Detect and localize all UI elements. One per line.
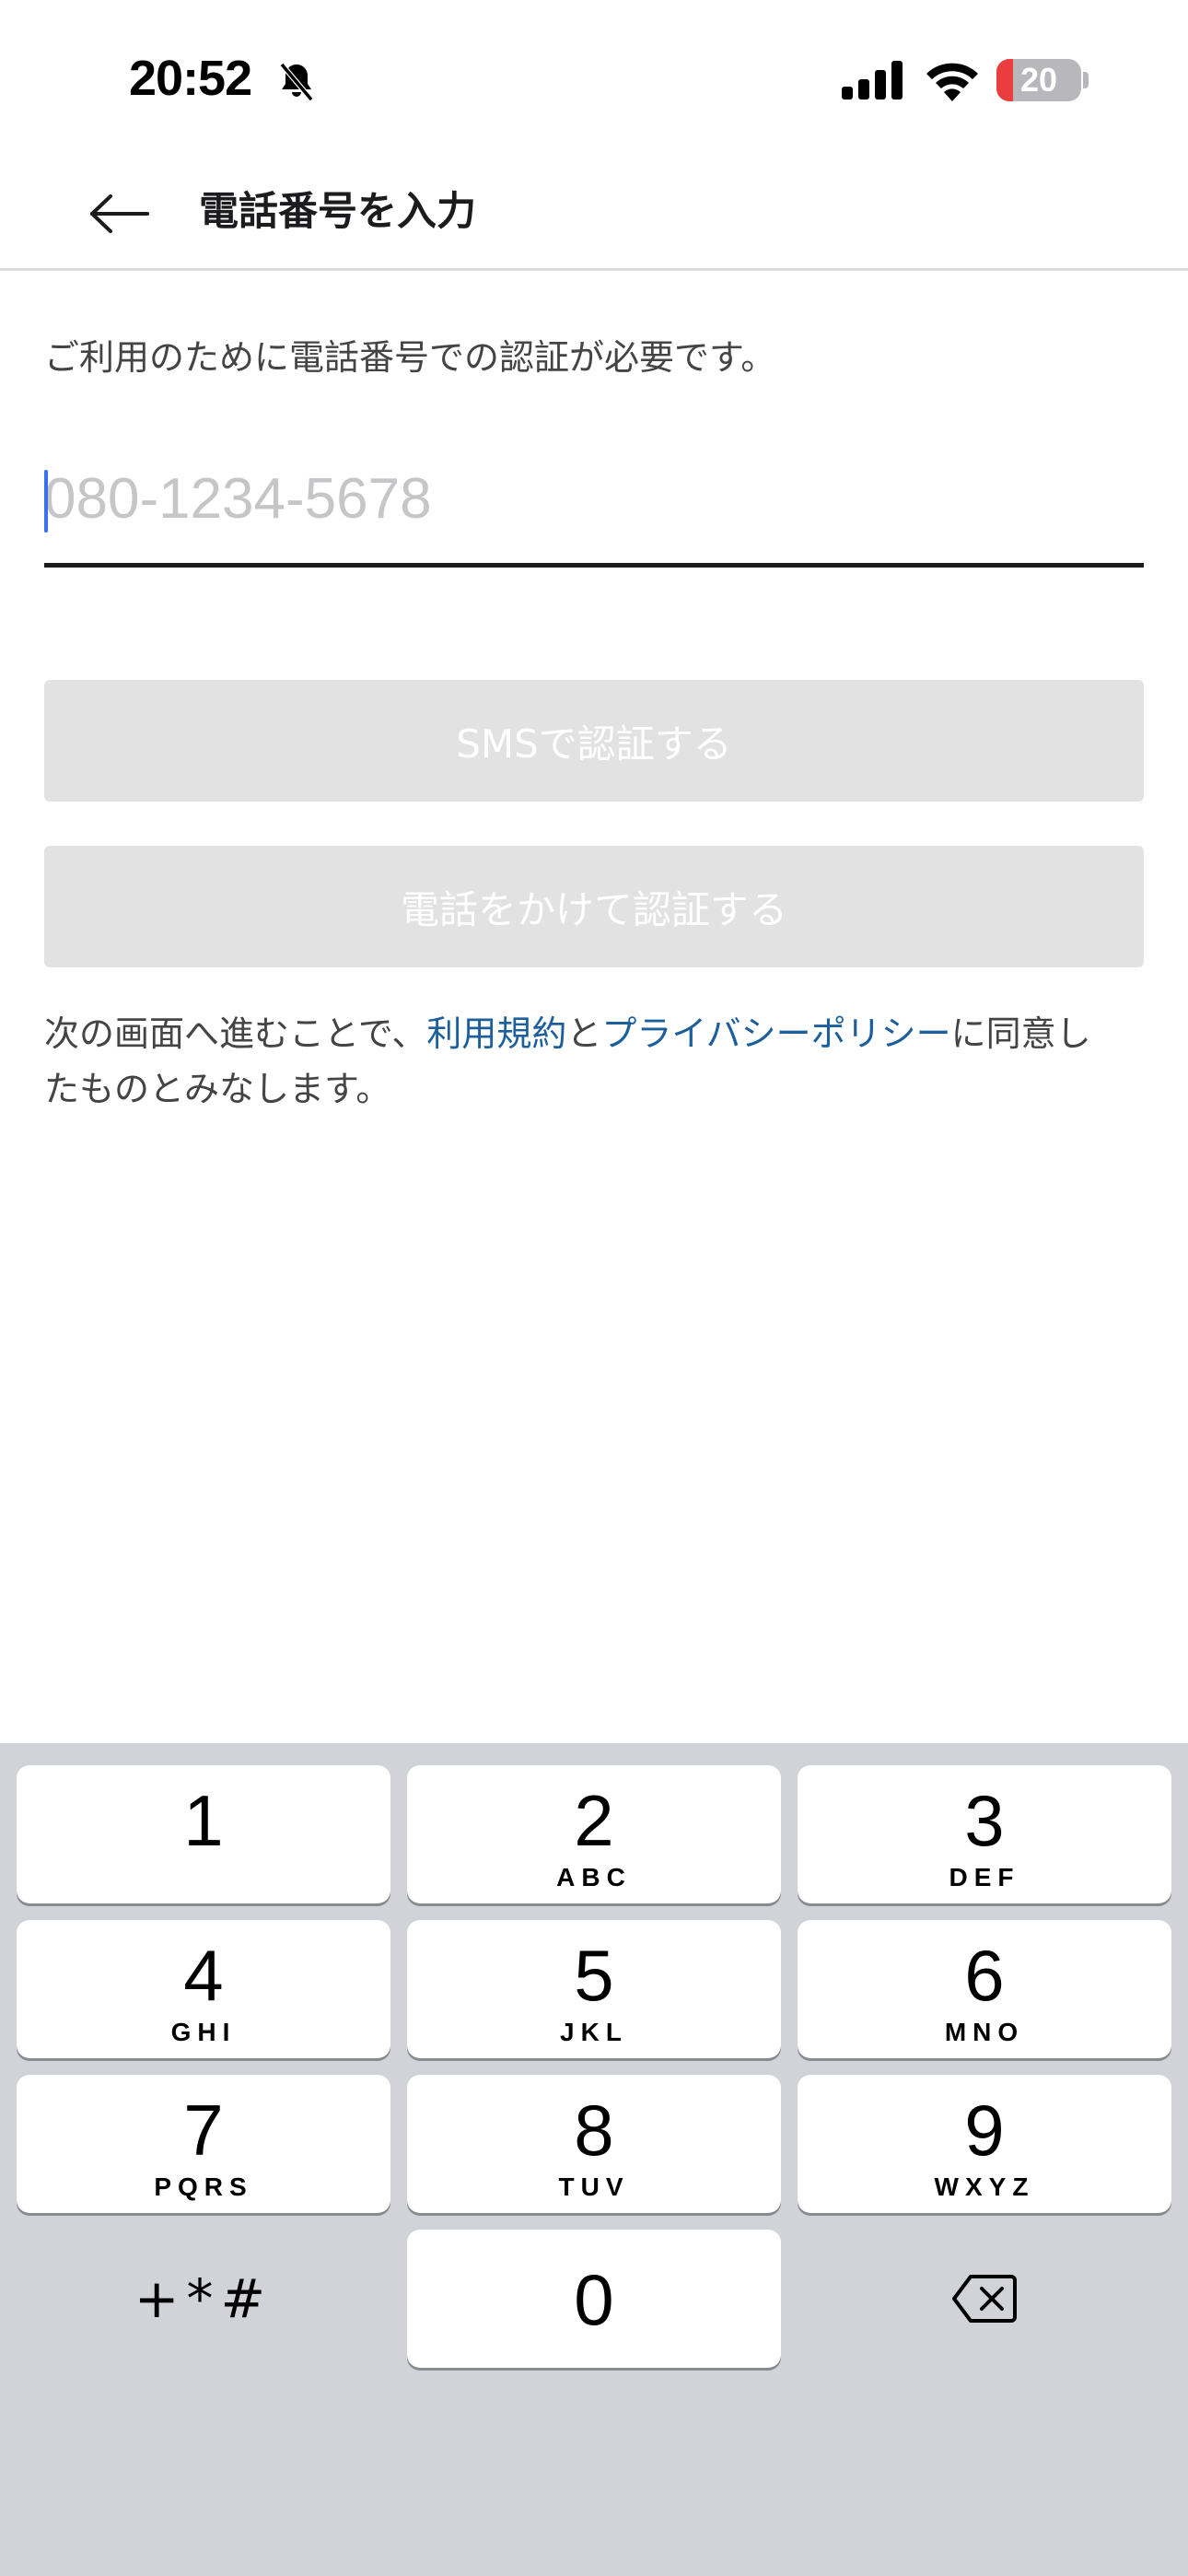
key-digit: 2 [574,1780,614,1861]
key-9[interactable]: 9 WXYZ [798,2075,1171,2213]
terms-suffix-line2: たものとみなします。 [44,1069,391,1109]
key-digit: 7 [183,2090,224,2171]
key-digit: 1 [183,1780,224,1861]
delete-backspace-icon [952,2275,1017,2323]
key-8[interactable]: 8 TUV [407,2075,781,2213]
status-time: 20:52 [129,51,252,106]
terms-of-use-link[interactable]: 利用規約 [426,1013,566,1054]
battery-level: 20 [1019,61,1058,99]
back-button[interactable] [74,177,166,251]
key-7[interactable]: 7 PQRS [17,2075,390,2213]
key-letters: TUV [558,2172,630,2201]
phone-number-input[interactable] [44,450,1144,563]
key-letters: PQRS [154,2172,253,2201]
status-bar: 20:52 20 [0,0,1188,157]
description-text: ご利用のために電話番号での認証が必要です。 [44,337,776,378]
key-letters: WXYZ [934,2172,1035,2201]
key-letters: DEF [949,1863,1020,1891]
key-digit: 6 [964,1935,1005,2016]
key-5[interactable]: 5 JKL [407,1920,781,2058]
phone-number-field[interactable] [44,450,1144,568]
key-1[interactable]: 1 [17,1765,390,1903]
key-digit: 8 [574,2090,614,2171]
battery-icon: 20 [996,59,1081,101]
key-0[interactable]: 0 [407,2230,781,2368]
arrow-left-icon [90,194,149,233]
key-digit: 0 [574,2259,614,2340]
key-letters: ABC [556,1863,632,1891]
key-4[interactable]: 4 GHI [17,1920,390,2058]
key-digit: 3 [964,1780,1005,1861]
key-letters: GHI [170,2018,237,2046]
terms-conjunction: と [566,1013,602,1054]
bell-slash-icon [279,63,314,101]
terms-suffix-line1: に同意し [950,1013,1091,1054]
page-title: 電話番号を入力 [199,189,476,235]
call-verify-button[interactable]: 電話をかけて認証する [44,846,1144,967]
terms-prefix: 次の画面へ進むことで、 [44,1013,427,1054]
key-6[interactable]: 6 MNO [798,1920,1171,2058]
sms-verify-button[interactable]: SMSで認証する [44,680,1144,802]
delete-key[interactable] [798,2230,1171,2368]
key-2[interactable]: 2 ABC [407,1765,781,1903]
battery-cap [1083,72,1089,88]
text-caret [44,470,48,533]
navigation-bar: 電話番号を入力 [0,157,1188,271]
key-symbols[interactable]: +*# [17,2230,390,2368]
terms-notice: 次の画面へ進むことで、利用規約とプライバシーポリシーに同意したものとみなします。 [44,1006,1149,1117]
key-digit: 4 [183,1935,224,2016]
key-letters: JKL [560,2018,628,2046]
wifi-icon [926,63,978,101]
privacy-policy-link[interactable]: プライバシーポリシー [601,1013,950,1054]
key-letters: MNO [944,2018,1025,2046]
key-3[interactable]: 3 DEF [798,1765,1171,1903]
cellular-signal-icon [842,61,903,100]
key-digit: 5 [574,1935,614,2016]
key-digit: 9 [964,2090,1005,2171]
